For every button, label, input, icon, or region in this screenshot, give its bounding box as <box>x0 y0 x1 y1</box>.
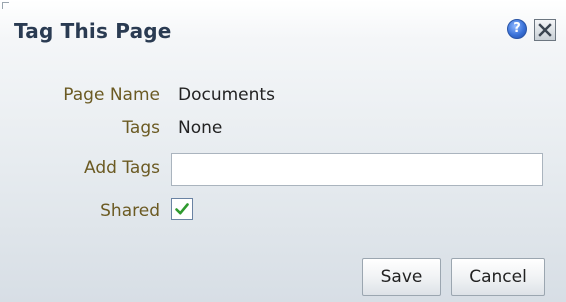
page-name-value: Documents <box>178 85 275 105</box>
tags-value: None <box>178 118 223 138</box>
cancel-button[interactable]: Cancel <box>451 258 545 296</box>
add-tags-input[interactable] <box>171 153 543 186</box>
shared-checkbox[interactable] <box>171 198 193 220</box>
dialog-title: Tag This Page <box>14 19 172 43</box>
checkmark-icon <box>175 203 189 215</box>
close-icon[interactable] <box>534 19 556 41</box>
add-tags-label: Add Tags <box>84 158 160 178</box>
tags-label: Tags <box>122 118 160 138</box>
save-button[interactable]: Save <box>362 258 441 296</box>
tag-page-dialog: Tag This Page ? Page Name Documents Tags… <box>0 0 566 302</box>
page-name-label: Page Name <box>63 85 160 105</box>
shared-label: Shared <box>100 201 160 221</box>
resize-corner-mark <box>2 2 9 9</box>
help-icon[interactable]: ? <box>507 19 527 39</box>
